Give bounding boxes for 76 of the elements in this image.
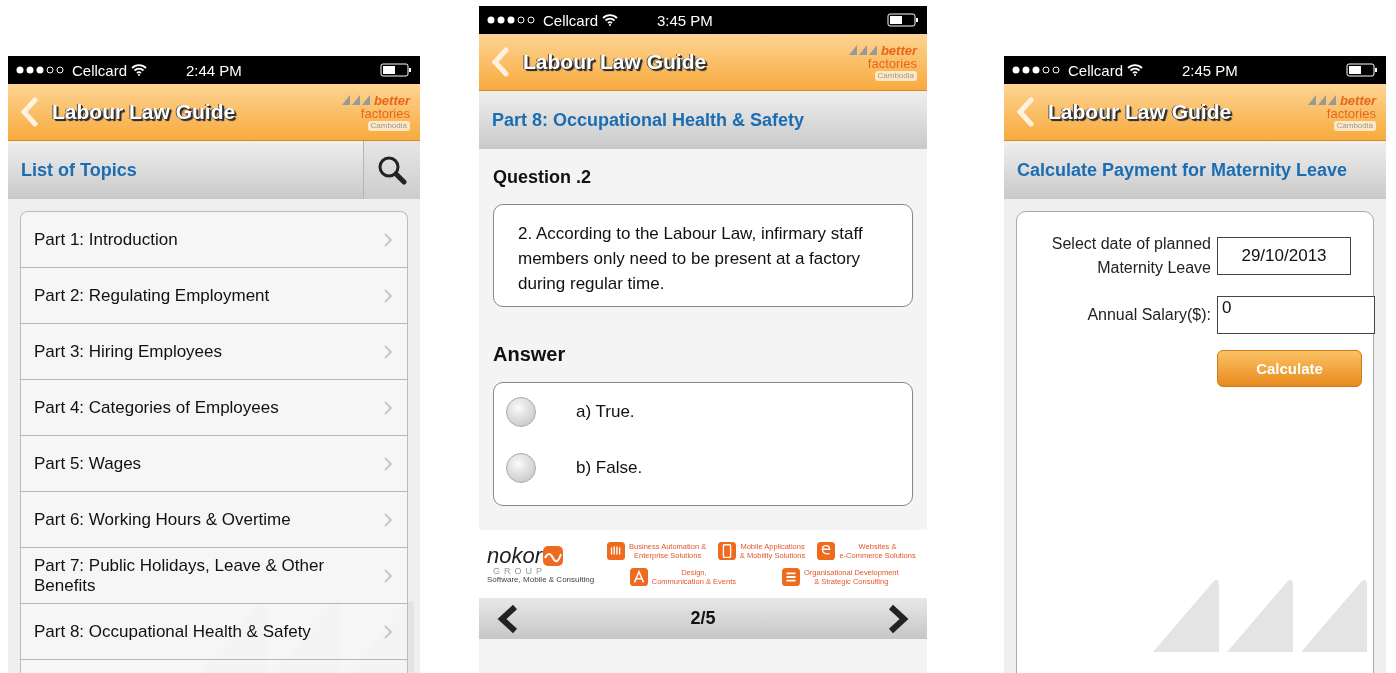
chevron-right-icon xyxy=(887,603,909,634)
section-title: List of Topics xyxy=(20,159,138,181)
chevron-right-icon xyxy=(384,344,393,359)
app-title: Labour Law Guide xyxy=(523,50,708,74)
carrier-name: Cellcard xyxy=(72,61,128,79)
page-indicator: 2/5 xyxy=(690,608,716,629)
field-label: Select date of planned Maternity Leave xyxy=(1050,234,1211,278)
section-title: Calculate Payment for Maternity Leave xyxy=(1016,159,1349,181)
question-text: 2. According to the Labour Law, infirmary staff members only need to be present at a factory during regular time. xyxy=(493,204,913,307)
logo-word: better xyxy=(880,43,917,57)
chevron-right-icon xyxy=(384,400,393,415)
answer-option[interactable]: b) False. xyxy=(506,453,900,483)
topic-item[interactable]: Part 6: Working Hours & Overtime xyxy=(21,492,407,548)
next-button[interactable] xyxy=(887,603,909,634)
logo-region: Cambodia xyxy=(874,70,917,81)
sponsor-name: nokor xyxy=(487,544,543,567)
carrier-name: Cellcard xyxy=(1068,61,1124,79)
triangles-logo-icon xyxy=(1307,95,1338,105)
topic-item[interactable]: Part 1: Introduction xyxy=(21,212,407,268)
question-number: Question .2 xyxy=(493,167,592,188)
radio-button[interactable] xyxy=(506,453,536,483)
logo-region: Cambodia xyxy=(1333,120,1376,131)
back-chevron-icon[interactable] xyxy=(20,97,38,127)
back-chevron-icon[interactable] xyxy=(1016,97,1034,127)
clock-time: 2:45 PM xyxy=(1182,61,1238,79)
wifi-icon xyxy=(1127,64,1144,76)
logo-word: better xyxy=(373,93,410,107)
chevron-right-icon xyxy=(384,288,393,303)
carrier-name: Cellcard xyxy=(543,11,599,29)
topic-item[interactable]: Part 2: Regulating Employment xyxy=(21,268,407,324)
back-chevron-icon[interactable] xyxy=(491,47,509,77)
battery-icon xyxy=(380,63,412,77)
wifi-icon xyxy=(131,64,148,76)
chevron-right-icon xyxy=(384,232,393,247)
app-title: Labour Law Guide xyxy=(1048,100,1233,124)
chevron-right-icon xyxy=(384,624,393,639)
previous-button[interactable] xyxy=(497,603,519,634)
logo-word: factories xyxy=(867,56,917,70)
clock-time: 3:45 PM xyxy=(657,11,713,29)
people-service-icon xyxy=(607,541,626,561)
radio-button[interactable] xyxy=(506,397,536,427)
sponsor-group: GROUP xyxy=(487,566,595,576)
search-button[interactable] xyxy=(363,141,420,199)
field-label: Annual Salary($): xyxy=(1086,305,1211,325)
date-field[interactable]: 29/10/2013 xyxy=(1217,237,1351,275)
clock-time: 2:44 PM xyxy=(186,61,242,79)
section-title: Part 8: Occupational Health & Safety xyxy=(491,109,806,131)
logo-word: factories xyxy=(1326,106,1376,120)
triangles-logo-icon xyxy=(848,45,879,55)
app-title: Labour Law Guide xyxy=(52,100,237,124)
chevron-right-icon xyxy=(384,456,393,471)
chevron-right-icon xyxy=(384,568,393,583)
design-service-icon xyxy=(629,567,648,587)
answer-option[interactable]: a) True. xyxy=(506,397,900,427)
wave-logo-icon xyxy=(543,545,564,566)
logo-word: factories xyxy=(360,106,410,120)
battery-icon xyxy=(1346,63,1378,77)
salary-field[interactable]: 0 xyxy=(1217,296,1375,334)
battery-icon xyxy=(887,13,919,27)
search-icon xyxy=(377,155,407,185)
triangles-logo-icon xyxy=(341,95,372,105)
logo-region: Cambodia xyxy=(367,120,410,131)
chevron-left-icon xyxy=(497,603,519,634)
topic-item[interactable]: Part 4: Categories of Employees xyxy=(21,380,407,436)
ecommerce-service-icon xyxy=(817,541,836,561)
answer-heading: Answer xyxy=(493,343,567,366)
phone-service-icon xyxy=(717,541,736,561)
logo-word: better xyxy=(1339,93,1376,107)
sponsor-tagline: Software, Mobile & Consulting xyxy=(487,575,595,584)
topic-item[interactable]: Part 7: Public Holidays, Leave & Other Benefits xyxy=(21,548,407,604)
stack-service-icon xyxy=(781,567,800,587)
topic-item[interactable]: Part 8: Occupational Health & Safety xyxy=(21,604,407,660)
wifi-icon xyxy=(602,14,619,26)
chevron-right-icon xyxy=(384,512,393,527)
topic-item[interactable]: Part 3: Hiring Employees xyxy=(21,324,407,380)
topic-item[interactable]: Part 5: Wages xyxy=(21,436,407,492)
